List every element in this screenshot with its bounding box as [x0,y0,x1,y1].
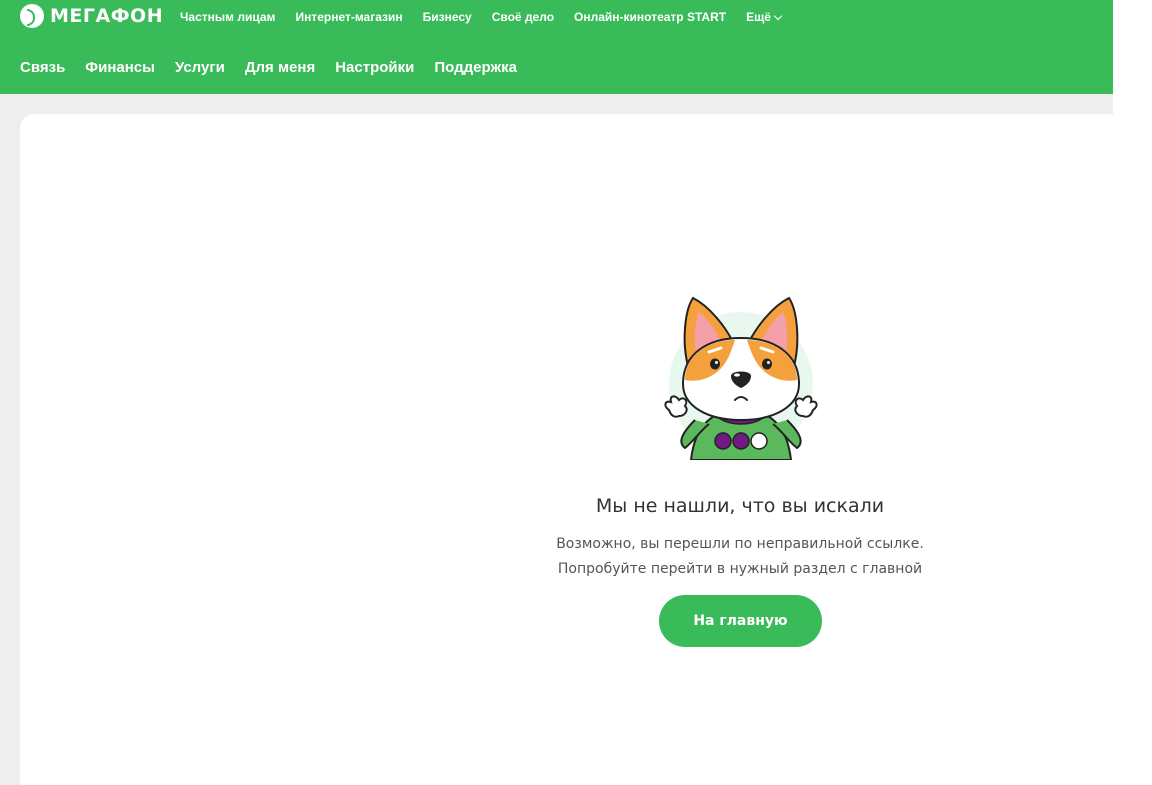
mainnav-item-services[interactable]: Услуги [175,59,225,76]
topnav-item-business[interactable]: Бизнесу [423,10,472,24]
main-navigation: Связь Финансы Услуги Для меня Настройки … [20,52,537,82]
site-header: МЕГАФОН Частным лицам Интернет-магазин Б… [0,0,1113,94]
mainnav-item-support[interactable]: Поддержка [434,59,517,76]
topnav-item-shop[interactable]: Интернет-магазин [295,10,402,24]
topnav-item-cinema[interactable]: Онлайн-кинотеатр START [574,10,726,24]
home-button[interactable]: На главную [659,595,822,647]
top-navigation: Частным лицам Интернет-магазин Бизнесу С… [180,0,801,34]
error-title: Мы не нашли, что вы искали [595,494,885,517]
megafon-logo-icon [20,4,44,28]
megafon-logo[interactable]: МЕГАФОН [20,4,163,28]
error-description-line-1: Возможно, вы перешли по неправильной ссы… [556,536,924,552]
mainnav-item-finance[interactable]: Финансы [85,59,155,76]
topnav-item-private[interactable]: Частным лицам [180,10,275,24]
mainnav-item-settings[interactable]: Настройки [335,59,414,76]
error-description: Возможно, вы перешли по неправильной ссы… [540,532,940,582]
mainnav-item-connection[interactable]: Связь [20,59,65,76]
logo-text: МЕГАФОН [50,5,164,27]
topnav-more-button[interactable]: Ещё [746,10,783,24]
topnav-more-label: Ещё [746,10,771,24]
chevron-down-icon [773,11,783,20]
topnav-item-own-business[interactable]: Своё дело [492,10,554,24]
corgi-shrug-illustration [664,296,818,460]
error-description-line-2: Попробуйте перейти в нужный раздел с гла… [557,561,923,577]
page-viewport: МЕГАФОН Частным лицам Интернет-магазин Б… [0,0,1113,785]
mainnav-item-for-me[interactable]: Для меня [245,59,315,76]
content-card [20,114,1113,785]
